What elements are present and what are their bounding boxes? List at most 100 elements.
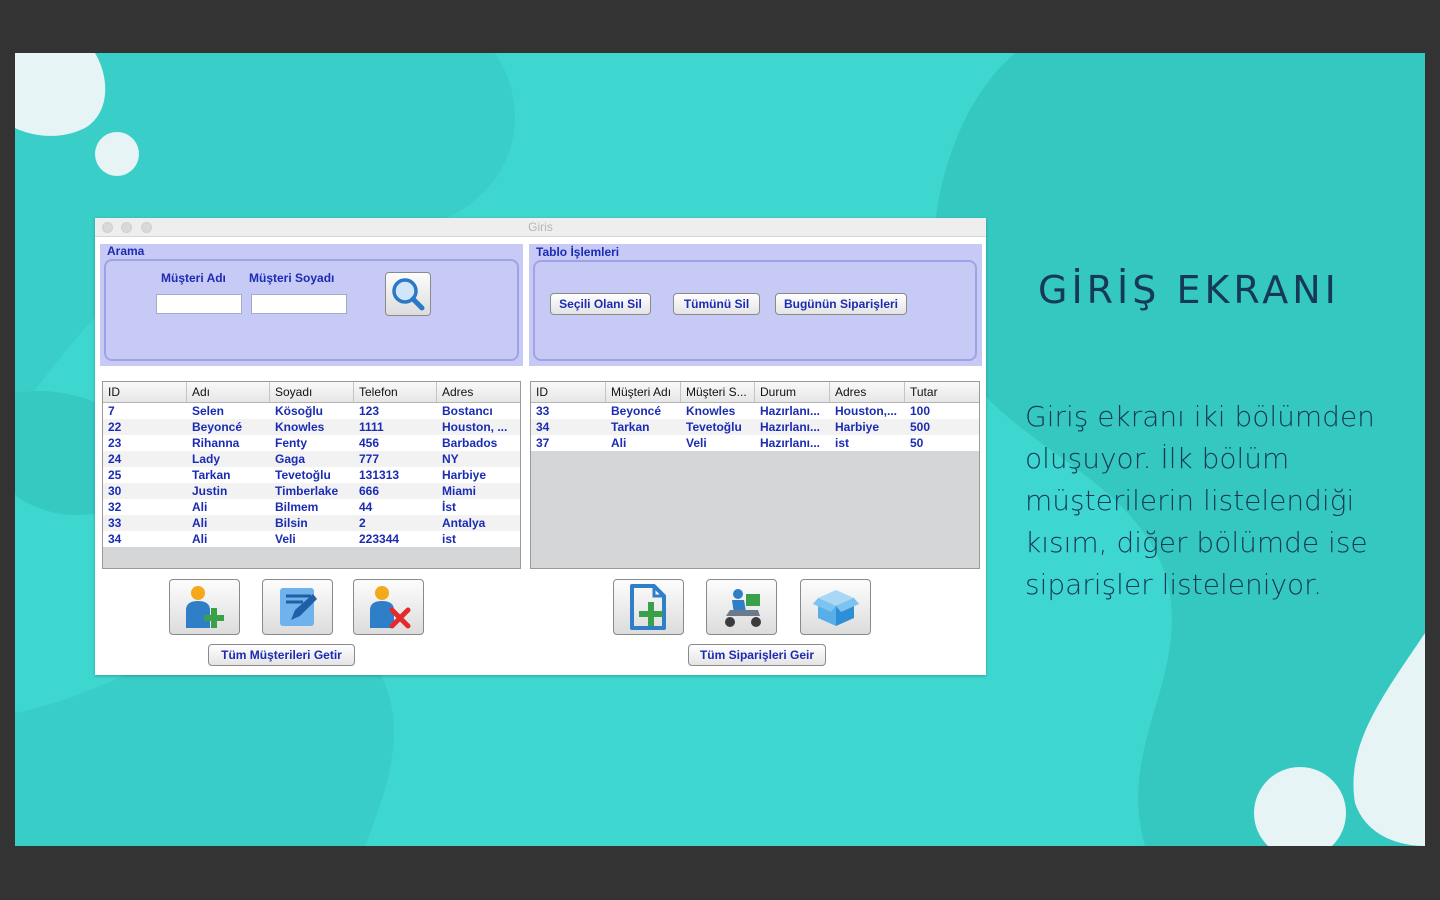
- customers-cell: 44: [359, 500, 373, 514]
- slide-body-text: Giriş ekranı iki bölümden oluşuyor. İlk …: [1025, 400, 1375, 601]
- customers-cell: Harbiye: [442, 468, 487, 482]
- customers-table-row[interactable]: 7 Selen Kösoğlu 123 Bostancı: [103, 403, 520, 419]
- orders-col-customer-surname[interactable]: Müşteri S...: [681, 382, 755, 402]
- orders-cell: ist: [835, 436, 850, 450]
- slide-heading: GİRİŞ EKRANI: [1038, 268, 1340, 312]
- orders-col-amount[interactable]: Tutar: [905, 382, 979, 402]
- customers-cell: Antalya: [442, 516, 486, 530]
- customers-table-row[interactable]: 23 Rihanna Fenty 456 Barbados: [103, 435, 520, 451]
- orders-table-row[interactable]: 33 Beyoncé Knowles Hazırlanı... Houston,... 1…: [531, 403, 979, 419]
- customers-col-address[interactable]: Adres: [437, 382, 520, 402]
- delivery-scooter-icon: [724, 589, 761, 627]
- customers-cell: Tarkan: [192, 468, 231, 482]
- customers-cell: Bostancı: [442, 404, 493, 418]
- orders-cell: Houston,...: [835, 404, 897, 418]
- customers-table-row[interactable]: 33 Ali Bilsin 2 Antalya: [103, 515, 520, 531]
- orders-cell: Beyoncé: [611, 404, 662, 418]
- customers-cell: 23: [108, 436, 122, 450]
- customers-table-header: ID Adı Soyadı Telefon Adres: [103, 382, 520, 403]
- customers-table-row[interactable]: 22 Beyoncé Knowles 1111 Houston, ...: [103, 419, 520, 435]
- orders-cell: 37: [536, 436, 550, 450]
- orders-cell: 500: [910, 420, 931, 434]
- customers-cell: Timberlake: [275, 484, 339, 498]
- customers-col-phone[interactable]: Telefon: [354, 382, 437, 402]
- delete-user-icon: [369, 586, 410, 629]
- orders-table[interactable]: ID Müşteri Adı Müşteri S... Durum Adres …: [530, 381, 980, 569]
- package-box-icon: [812, 590, 859, 626]
- search-panel-title: Arama: [107, 244, 145, 258]
- customers-cell: 2: [359, 516, 366, 530]
- orders-cell: Tarkan: [611, 420, 650, 434]
- search-panel: Arama Müşteri Adı Müşteri Soyadı: [100, 244, 523, 366]
- delete-all-button[interactable]: Tümünü Sil: [673, 293, 760, 315]
- orders-col-customer-name[interactable]: Müşteri Adı: [606, 382, 681, 402]
- orders-col-id[interactable]: ID: [531, 382, 606, 402]
- customer-name-input[interactable]: [156, 294, 242, 314]
- customers-cell: Lady: [192, 452, 221, 466]
- customers-table-row[interactable]: 25 Tarkan Tevetoğlu 131313 Harbiye: [103, 467, 520, 483]
- orders-cell: 33: [536, 404, 550, 418]
- customers-cell: 25: [108, 468, 122, 482]
- orders-cell: Veli: [686, 436, 707, 450]
- customers-cell: 24: [108, 452, 122, 466]
- customers-cell: 32: [108, 500, 122, 514]
- customers-cell: 7: [108, 404, 115, 418]
- search-button[interactable]: [385, 272, 431, 316]
- edit-icon: [279, 588, 317, 626]
- customers-cell: ist: [442, 532, 457, 546]
- customers-table-row[interactable]: 30 Justin Timberlake 666 Miami: [103, 483, 520, 499]
- app-window: Giris Arama Müşteri Adı Müşteri Soyadı T…: [95, 218, 986, 675]
- get-all-customers-button[interactable]: Tüm Müşterileri Getir: [208, 644, 355, 666]
- orders-table-row[interactable]: 34 Tarkan Tevetoğlu Hazırlanı... Harbiye 500: [531, 419, 979, 435]
- customer-surname-label: Müşteri Soyadı: [249, 271, 335, 285]
- customers-cell: Kösoğlu: [275, 404, 323, 418]
- todays-orders-button[interactable]: Bugünün Siparişleri: [775, 293, 907, 315]
- customers-cell: Beyoncé: [192, 420, 243, 434]
- orders-col-address[interactable]: Adres: [830, 382, 905, 402]
- add-user-icon: [185, 586, 224, 628]
- customers-table-row[interactable]: 24 Lady Gaga 777 NY: [103, 451, 520, 467]
- add-order-button[interactable]: [613, 579, 684, 635]
- orders-col-status[interactable]: Durum: [755, 382, 830, 402]
- customers-cell: NY: [442, 452, 459, 466]
- customers-cell: Knowles: [275, 420, 325, 434]
- customers-cell: Tevetoğlu: [275, 468, 331, 482]
- orders-cell: Tevetoğlu: [686, 420, 742, 434]
- orders-cell: 50: [910, 436, 924, 450]
- customer-surname-input[interactable]: [251, 294, 347, 314]
- customer-name-label: Müşteri Adı: [161, 271, 226, 285]
- add-customer-button[interactable]: [169, 579, 240, 635]
- customers-cell: 30: [108, 484, 122, 498]
- customers-cell: 666: [359, 484, 380, 498]
- delete-selected-button[interactable]: Seçili Olanı Sil: [550, 293, 651, 315]
- orders-cell: Knowles: [686, 404, 736, 418]
- customers-cell: Veli: [275, 532, 296, 546]
- package-button[interactable]: [800, 579, 871, 635]
- customers-table-row[interactable]: 34 Ali Veli 223344 ist: [103, 531, 520, 547]
- customers-cell: 777: [359, 452, 380, 466]
- customers-col-id[interactable]: ID: [103, 382, 187, 402]
- delete-customer-button[interactable]: [353, 579, 424, 635]
- edit-customer-button[interactable]: [262, 579, 333, 635]
- table-operations-title: Tablo İşlemleri: [536, 245, 620, 259]
- orders-cell: Harbiye: [835, 420, 880, 434]
- orders-cell: Ali: [611, 436, 627, 450]
- customers-cell: 131313: [359, 468, 400, 482]
- customers-col-name[interactable]: Adı: [187, 382, 270, 402]
- delivery-button[interactable]: [706, 579, 777, 635]
- customers-table[interactable]: ID Adı Soyadı Telefon Adres 7 Selen Kösoğl…: [102, 381, 521, 569]
- get-all-orders-button[interactable]: Tüm Siparişleri Geir: [688, 644, 826, 666]
- window-titlebar: Giris: [95, 218, 986, 237]
- customers-cell: Ali: [192, 532, 208, 546]
- customers-cell: Ali: [192, 516, 208, 530]
- table-operations-panel: Tablo İşlemleri Seçili Olanı Sil Tümünü …: [529, 244, 982, 366]
- customers-cell: Bilsin: [275, 516, 308, 530]
- customers-cell: 456: [359, 436, 380, 450]
- orders-cell: 34: [536, 420, 550, 434]
- customers-table-row[interactable]: 32 Ali Bilmem 44 İst: [103, 499, 520, 515]
- orders-table-row[interactable]: 37 Ali Veli Hazırlanı... ist 50: [531, 435, 979, 451]
- customers-cell: Selen: [192, 404, 225, 418]
- orders-cell: Hazırlanı...: [760, 404, 821, 418]
- orders-cell: 100: [910, 404, 931, 418]
- customers-col-surname[interactable]: Soyadı: [270, 382, 354, 402]
